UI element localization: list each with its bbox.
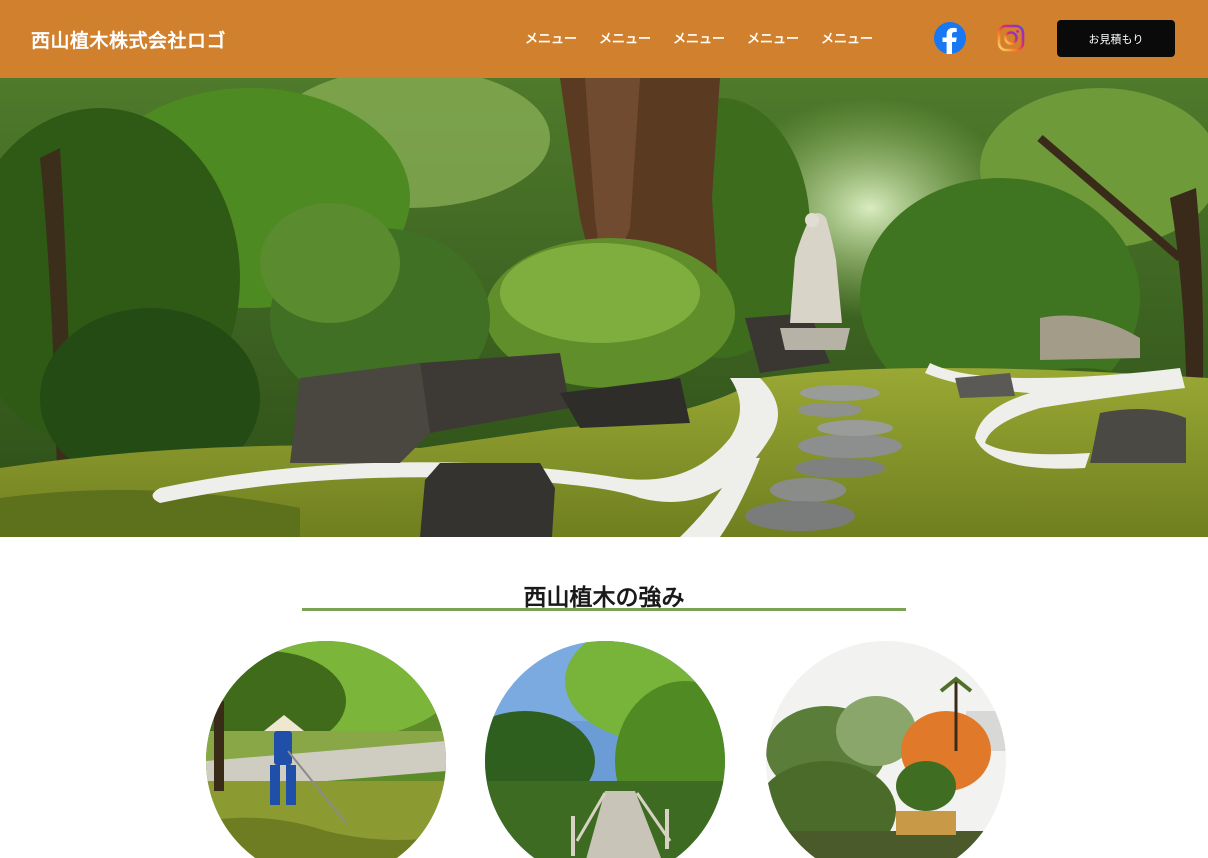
nav-menu-item-5[interactable]: メニュー	[820, 28, 874, 47]
strength-image-gardener	[206, 641, 446, 858]
main-nav: メニュー メニュー メニュー メニュー メニュー	[524, 28, 874, 47]
nav-menu-item-2[interactable]: メニュー	[598, 28, 652, 47]
garden-bridge-image	[485, 641, 725, 858]
strength-image-bridge	[485, 641, 725, 858]
hero-image	[0, 78, 1208, 537]
gardener-raking-image	[206, 641, 446, 858]
facebook-icon[interactable]	[934, 22, 966, 54]
instagram-icon[interactable]	[995, 22, 1027, 54]
nav-menu-item-1[interactable]: メニュー	[524, 28, 578, 47]
nav-menu-item-3[interactable]: メニュー	[672, 28, 726, 47]
japanese-garden-hero-image	[0, 78, 1208, 537]
company-logo[interactable]: 西山植木株式会社ロゴ	[31, 26, 226, 53]
strengths-heading: 西山植木の強み	[523, 585, 685, 611]
strength-image-trees	[766, 641, 1006, 858]
site-header: 西山植木株式会社ロゴ メニュー メニュー メニュー メニュー メニュー お見積も…	[0, 0, 1208, 78]
garden-trees-image	[766, 641, 1006, 858]
heading-underline	[302, 608, 906, 611]
nav-menu-item-4[interactable]: メニュー	[746, 28, 800, 47]
quote-request-button[interactable]: お見積もり	[1057, 20, 1175, 57]
